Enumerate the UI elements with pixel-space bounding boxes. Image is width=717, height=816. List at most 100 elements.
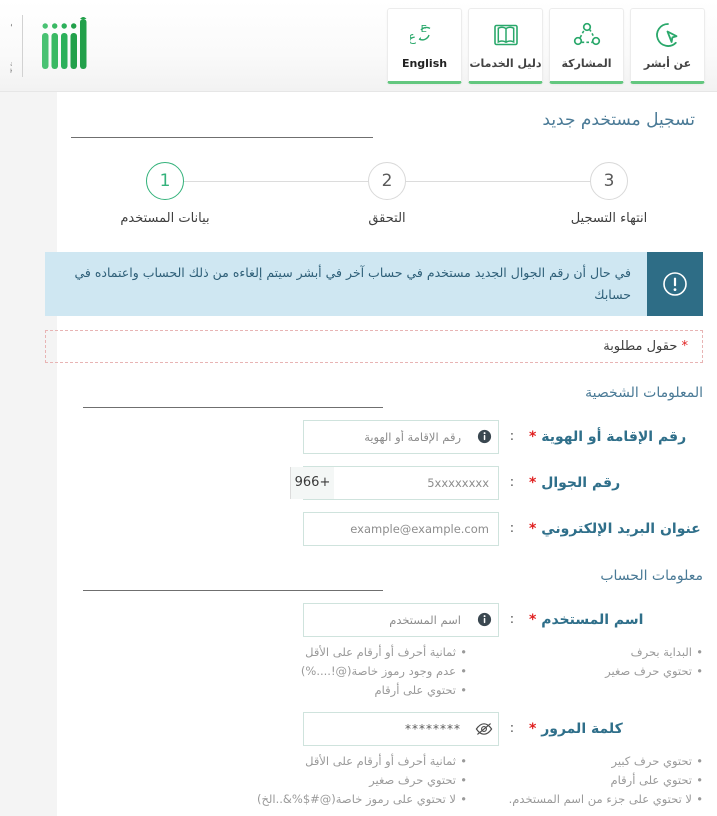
hint-item: تحتوي حرف صغير	[467, 662, 703, 681]
required-asterisk: *	[529, 520, 537, 537]
field-row-password: كلمة المرور * : ********	[71, 711, 703, 746]
stepper-step-number: 3	[590, 162, 628, 200]
field-row-username: اسم المستخدم * :	[71, 602, 703, 637]
mobile-number-label-text: رقم الجوال	[541, 474, 621, 491]
mobile-number-input[interactable]	[334, 466, 498, 499]
svg-text:ع: ع	[410, 30, 416, 45]
absher-logo[interactable]	[33, 15, 89, 77]
section-title-personal: المعلومات الشخصية	[585, 384, 703, 401]
password-masked-value[interactable]: ********	[304, 722, 470, 736]
hint-item: تحتوي حرف كبير	[467, 752, 703, 771]
nav-card-share[interactable]: المشاركة	[549, 7, 624, 84]
header-nav: عن أبشر المشاركة دليل الخدمات ع E Englis…	[387, 7, 705, 84]
username-colon: :	[509, 612, 515, 628]
about-cursor-icon	[654, 20, 682, 50]
stepper-step-label: التحقق	[368, 211, 406, 226]
svg-text:رؤيــــة: رؤيــــة	[10, 16, 12, 31]
hint-item: عدم وجود رموز خاصة(@!....%)	[243, 662, 467, 681]
password-hints-left-column: تحتوي حرف كبير تحتوي على أرقام لا تحتوي …	[467, 752, 703, 809]
stepper-step-label: بيانات المستخدم	[120, 211, 210, 226]
nav-card-label: English	[401, 56, 448, 70]
password-label-text: كلمة المرور	[541, 720, 623, 737]
stepper-step-1[interactable]: 1 بيانات المستخدم	[105, 162, 225, 226]
national-id-input[interactable]	[304, 420, 470, 453]
national-id-input-wrap	[303, 419, 499, 454]
section-title-account: معلومات الحساب	[600, 567, 703, 584]
national-id-label: رقم الإقامة أو الهوية *	[525, 429, 703, 445]
nav-card-services-guide[interactable]: دليل الخدمات	[468, 7, 543, 84]
section-account-information: معلومات الحساب	[71, 568, 703, 591]
nav-card-about-absher[interactable]: عن أبشر	[630, 7, 705, 84]
required-fields-note: * حقول مطلوبة	[45, 329, 703, 363]
svg-text:المملكة العربية السعودية: المملكة العربية السعودية	[10, 59, 12, 68]
username-label: اسم المستخدم *	[525, 612, 703, 628]
section-rule-personal	[83, 406, 383, 408]
email-label: عنوان البريد الإلكتروني *	[525, 521, 703, 537]
hint-item: تحتوي حرف صغير	[243, 771, 467, 790]
username-hints-left-column: البداية بحرف تحتوي حرف صغير	[467, 643, 703, 700]
stepper-step-number: 2	[368, 162, 406, 200]
logo-divider	[22, 14, 23, 77]
field-row-national-id: رقم الإقامة أو الهوية * :	[71, 419, 703, 454]
required-asterisk: *	[529, 428, 537, 445]
username-label-text: اسم المستخدم	[541, 611, 644, 628]
book-guide-icon	[492, 20, 520, 50]
share-network-icon	[572, 20, 602, 50]
username-hints: البداية بحرف تحتوي حرف صغير ثمانية أحرف …	[71, 643, 703, 700]
national-id-label-text: رقم الإقامة أو الهوية	[541, 428, 687, 445]
hint-item: لا تحتوي على جزء من اسم المستخدم.	[467, 790, 703, 809]
nav-card-label: المشاركة	[561, 56, 612, 70]
bottom-spacer	[71, 809, 703, 816]
mobile-number-input-wrap: +966	[290, 465, 499, 500]
username-input[interactable]	[304, 603, 470, 636]
required-asterisk: *	[681, 338, 689, 354]
hint-item: ثمانية أحرف أو أرقام على الأقل	[243, 752, 467, 771]
hint-item: لا تحتوي على رموز خاصة(@#$%&..الخ)	[243, 790, 467, 809]
header-logos: رؤيــــة VISION 2 30 المملكة العربية الس	[0, 13, 106, 79]
email-colon: :	[509, 521, 515, 537]
password-input-wrap: ********	[303, 711, 499, 746]
mobile-number-warning-banner: في حال أن رقم الجوال الجديد مستخدم في حس…	[45, 252, 703, 316]
stepper-step-2[interactable]: 2 التحقق	[327, 162, 447, 226]
email-label-text: عنوان البريد الإلكتروني	[541, 520, 701, 537]
mobile-number-colon: :	[509, 475, 515, 491]
language-switch-icon: ع E	[410, 20, 440, 50]
email-input[interactable]	[304, 512, 498, 545]
vision-2030-logo: رؤيــــة VISION 2 30 المملكة العربية الس	[0, 13, 106, 79]
required-asterisk: *	[529, 611, 537, 628]
required-asterisk: *	[529, 720, 537, 737]
password-label: كلمة المرور *	[525, 721, 703, 737]
hint-item: تحتوي على أرقام	[243, 681, 467, 700]
hint-item: تحتوي على أرقام	[467, 771, 703, 790]
password-hints: تحتوي حرف كبير تحتوي على أرقام لا تحتوي …	[71, 752, 703, 809]
mobile-number-label: رقم الجوال *	[525, 475, 703, 491]
required-fields-label: حقول مطلوبة	[603, 338, 678, 354]
hint-item: ثمانية أحرف أو أرقام على الأقل	[243, 643, 467, 662]
hint-item: البداية بحرف	[467, 643, 703, 662]
stepper-step-number: 1	[146, 162, 184, 200]
info-icon[interactable]	[470, 612, 498, 627]
registration-card: تسجيل مستخدم جديد 3 انتهاء التسجيل 2 الت…	[45, 92, 717, 816]
country-code-prefix: +966	[290, 466, 334, 499]
nav-card-label: عن أبشر	[643, 56, 692, 70]
site-header: عن أبشر المشاركة دليل الخدمات ع E Englis…	[0, 0, 717, 92]
section-personal-information: المعلومات الشخصية	[71, 385, 703, 408]
nav-card-label: دليل الخدمات	[469, 56, 542, 70]
section-rule-account	[83, 589, 383, 591]
info-icon[interactable]	[470, 429, 498, 444]
warning-banner-text: في حال أن رقم الجوال الجديد مستخدم في حس…	[45, 252, 647, 316]
page-body: تسجيل مستخدم جديد 3 انتهاء التسجيل 2 الت…	[0, 92, 717, 816]
nav-card-language-english[interactable]: ع E English	[387, 7, 462, 84]
field-row-mobile-number: رقم الجوال * : +966	[71, 465, 703, 500]
username-hints-right-column: ثمانية أحرف أو أرقام على الأقل عدم وجود …	[243, 643, 467, 700]
email-input-wrap	[303, 511, 499, 546]
page-title-rule	[71, 137, 373, 138]
field-row-email: عنوان البريد الإلكتروني * :	[71, 511, 703, 546]
password-hints-right-column: ثمانية أحرف أو أرقام على الأقل تحتوي حرف…	[243, 752, 467, 809]
stepper-step-label: انتهاء التسجيل	[570, 211, 648, 226]
eye-slash-icon[interactable]	[470, 722, 498, 736]
required-asterisk: *	[529, 474, 537, 491]
stepper-step-3[interactable]: 3 انتهاء التسجيل	[549, 162, 669, 226]
exclamation-icon	[647, 252, 703, 316]
password-colon: :	[509, 721, 515, 737]
